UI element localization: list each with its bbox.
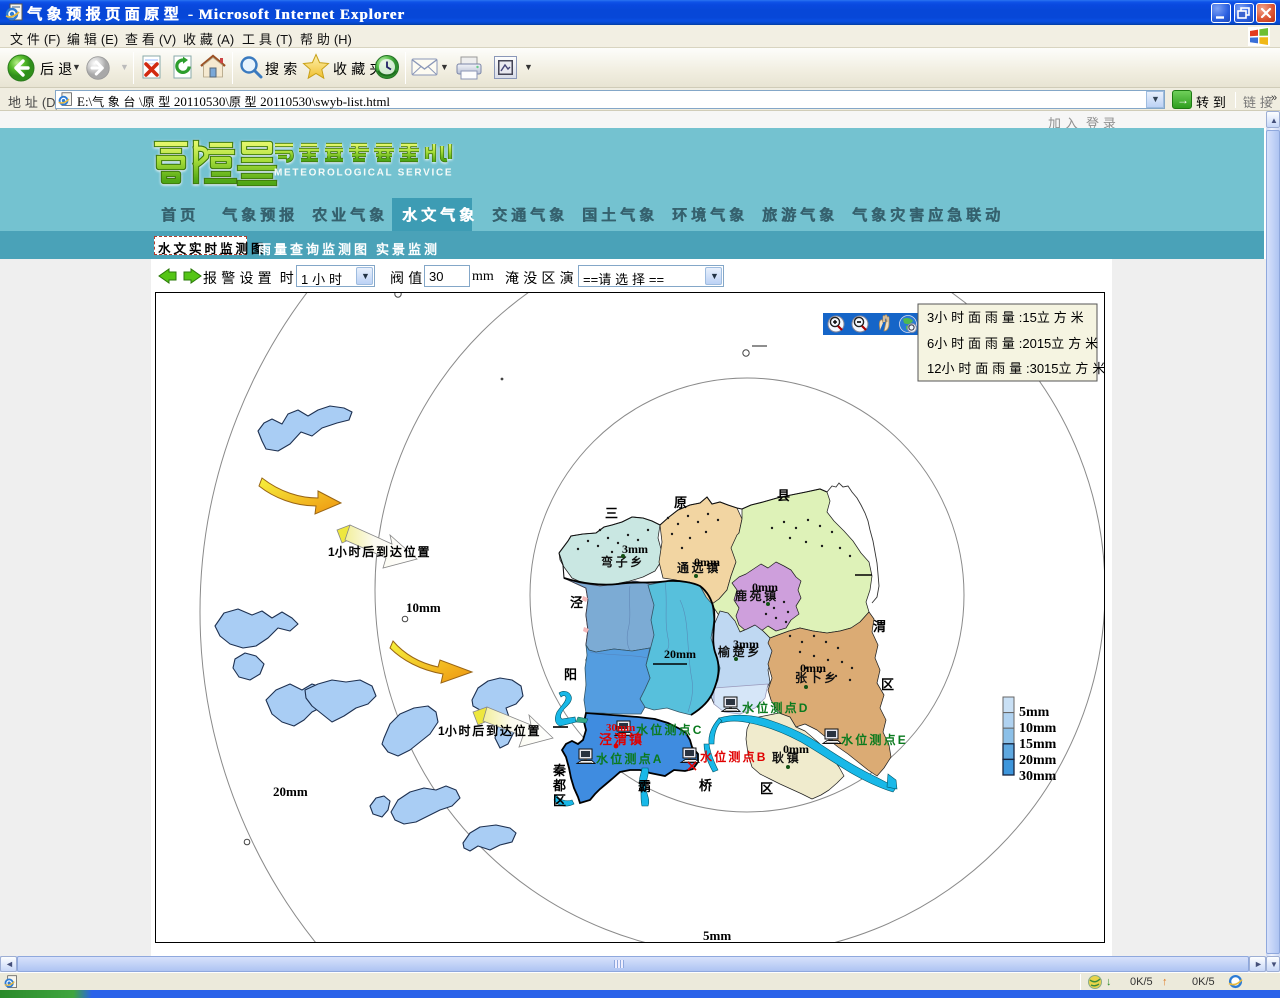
svg-text:20mm: 20mm (664, 647, 696, 661)
svg-text:三: 三 (605, 506, 618, 521)
svg-text:12小时面雨量:3015立方米: 12小时面雨量:3015立方米 (927, 361, 1104, 376)
svg-text:阳: 阳 (564, 667, 577, 682)
svg-text:20mm: 20mm (273, 784, 308, 799)
svg-text:渭: 渭 (873, 619, 886, 634)
svg-text:20mm: 20mm (1019, 753, 1057, 768)
svg-text:30mm: 30mm (1019, 769, 1057, 784)
svg-text:0mm: 0mm (752, 580, 778, 594)
svg-text:秦: 秦 (552, 763, 567, 778)
svg-text:都: 都 (552, 778, 566, 793)
svg-text:15mm: 15mm (1019, 737, 1057, 752)
svg-text:0mm: 0mm (800, 661, 826, 675)
svg-text:区: 区 (881, 677, 894, 692)
svg-text:水位测点A: 水位测点A (596, 751, 664, 766)
svg-text:3mm: 3mm (622, 542, 648, 556)
svg-text:区: 区 (553, 793, 566, 808)
svg-text:0mm: 0mm (694, 555, 720, 569)
svg-text:水位测点B: 水位测点B (700, 749, 768, 764)
svg-text:1小时后到达位置: 1小时后到达位置 (328, 544, 431, 559)
svg-text:METEOROLOGICAL SERVICE: METEOROLOGICAL SERVICE (274, 168, 453, 179)
svg-text:水位测点C: 水位测点C (636, 722, 704, 737)
svg-text:霸: 霸 (638, 779, 651, 794)
svg-text:10mm: 10mm (1019, 721, 1057, 736)
svg-text:5mm: 5mm (1019, 705, 1050, 720)
svg-text:泾渭镇: 泾渭镇 (599, 732, 644, 747)
svg-text:10mm: 10mm (406, 600, 441, 615)
svg-text:6小时面雨量:2015立方米: 6小时面雨量:2015立方米 (927, 336, 1102, 351)
svg-text:县: 县 (777, 488, 790, 503)
svg-text:水位测点E: 水位测点E (841, 732, 908, 747)
svg-text:区: 区 (760, 781, 773, 796)
svg-text:5mm: 5mm (703, 928, 731, 942)
svg-text:1小时后到达位置: 1小时后到达位置 (438, 723, 541, 738)
svg-text:桥: 桥 (699, 778, 713, 793)
svg-text:泾: 泾 (570, 595, 583, 610)
svg-text:3小时面雨量:15立方米: 3小时面雨量:15立方米 (927, 310, 1088, 325)
svg-text:0mm: 0mm (783, 742, 809, 756)
svg-text:水位测点D: 水位测点D (742, 700, 810, 715)
svg-text:3mm: 3mm (733, 637, 759, 651)
svg-text:原: 原 (674, 495, 687, 510)
